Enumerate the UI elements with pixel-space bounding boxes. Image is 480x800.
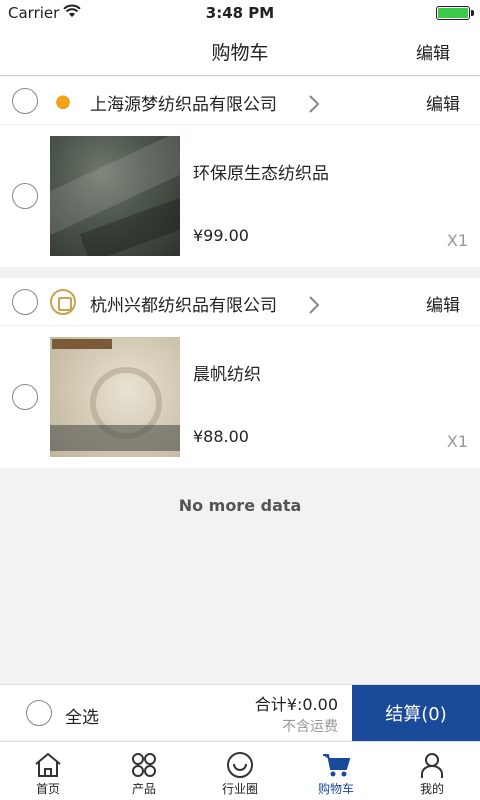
shop-header: 上海源梦纺织品有限公司 编辑 bbox=[0, 77, 480, 125]
shop-edit-button[interactable]: 编辑 bbox=[426, 291, 460, 316]
status-bar: Carrier 3:48 PM bbox=[0, 0, 480, 26]
tab-label: 首页 bbox=[35, 782, 60, 796]
shop-group: 上海源梦纺织品有限公司 编辑 环保原生态纺织品 ¥99.00 X1 bbox=[0, 77, 480, 267]
shop-select-radio[interactable] bbox=[12, 289, 38, 315]
product-name: 环保原生态纺织品 bbox=[193, 164, 329, 184]
tab-home[interactable]: 首页 bbox=[0, 742, 96, 800]
item-select-radio[interactable] bbox=[12, 183, 38, 209]
edit-button[interactable]: 编辑 bbox=[416, 39, 450, 64]
product-price: ¥99.00 bbox=[193, 226, 249, 245]
cart-icon bbox=[321, 751, 351, 779]
product-quantity: X1 bbox=[446, 231, 468, 250]
select-all-label[interactable]: 全选 bbox=[65, 703, 99, 728]
tab-label: 购物车 bbox=[317, 782, 354, 796]
clock: 3:48 PM bbox=[205, 4, 275, 22]
cart-item[interactable]: 环保原生态纺织品 ¥99.00 X1 bbox=[0, 125, 480, 267]
cart-item[interactable]: 晨帆纺织 ¥88.00 X1 bbox=[0, 326, 480, 468]
tab-products[interactable]: 产品 bbox=[96, 742, 192, 800]
shop-select-radio[interactable] bbox=[12, 88, 38, 114]
tab-mine[interactable]: 我的 bbox=[384, 742, 480, 800]
user-icon bbox=[417, 751, 447, 779]
select-all-radio[interactable] bbox=[26, 700, 52, 726]
chevron-right-icon[interactable] bbox=[308, 86, 320, 120]
checkout-bar: 全选 合计¥:0.00 不含运费 结算(0) bbox=[0, 684, 480, 741]
grid-icon bbox=[129, 751, 159, 779]
shop-name[interactable]: 上海源梦纺织品有限公司 bbox=[90, 90, 277, 115]
product-quantity: X1 bbox=[446, 432, 468, 451]
product-image[interactable] bbox=[50, 136, 180, 256]
tab-label: 行业圈 bbox=[221, 782, 258, 796]
tab-cart[interactable]: 购物车 bbox=[288, 742, 384, 800]
shop-edit-button[interactable]: 编辑 bbox=[426, 90, 460, 115]
tab-industry-circle[interactable]: 行业圈 bbox=[192, 742, 288, 800]
page-title: 购物车 bbox=[211, 42, 269, 64]
nav-bar: 购物车 编辑 bbox=[0, 26, 480, 76]
no-more-data-label: No more data bbox=[178, 496, 302, 515]
shop-group: 杭州兴都纺织品有限公司 编辑 晨帆纺织 ¥88.00 X1 bbox=[0, 278, 480, 468]
battery-icon bbox=[436, 6, 474, 20]
shop-name[interactable]: 杭州兴都纺织品有限公司 bbox=[90, 291, 277, 316]
cart-list: 上海源梦纺织品有限公司 编辑 环保原生态纺织品 ¥99.00 X1 杭州兴都纺织… bbox=[0, 77, 480, 468]
smile-icon bbox=[225, 751, 255, 779]
shipping-note: 不含运费 bbox=[282, 719, 338, 735]
chevron-right-icon[interactable] bbox=[308, 287, 320, 321]
shop-logo bbox=[50, 289, 76, 315]
divider bbox=[0, 267, 480, 278]
image-caption-band bbox=[50, 425, 180, 451]
product-name: 晨帆纺织 bbox=[193, 365, 261, 385]
tab-bar: 首页 产品 行业圈 购物车 我的 bbox=[0, 741, 480, 800]
total-price: 合计¥:0.00 bbox=[254, 695, 338, 714]
shop-logo bbox=[50, 88, 76, 114]
checkout-button[interactable]: 结算(0) bbox=[352, 685, 480, 741]
product-price: ¥88.00 bbox=[193, 427, 249, 446]
home-icon bbox=[33, 751, 63, 779]
tab-label: 我的 bbox=[419, 782, 444, 796]
item-select-radio[interactable] bbox=[12, 384, 38, 410]
tab-label: 产品 bbox=[131, 782, 156, 796]
product-image[interactable] bbox=[50, 337, 180, 457]
shop-header: 杭州兴都纺织品有限公司 编辑 bbox=[0, 278, 480, 326]
image-tag bbox=[52, 339, 112, 349]
